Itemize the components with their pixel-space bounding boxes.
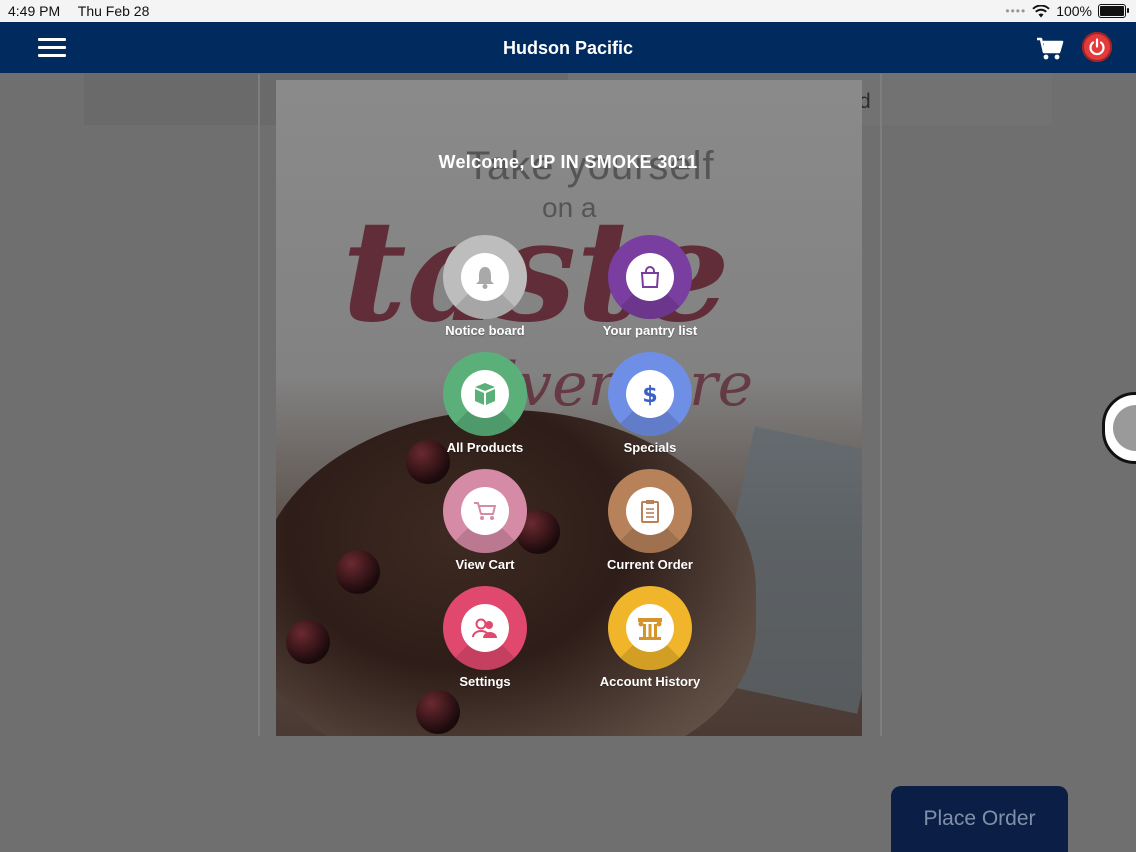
power-button[interactable] <box>1082 32 1112 62</box>
cart-icon <box>474 502 496 520</box>
multitask-dots-icon: •••• <box>1005 4 1027 18</box>
menu-circle <box>608 469 692 553</box>
welcome-message: Welcome, UP IN SMOKE 3011 <box>438 152 698 172</box>
dollar-icon: $ <box>642 383 657 407</box>
bell-icon <box>476 267 494 289</box>
menu-circle <box>443 352 527 436</box>
place-order-button[interactable]: Place Order <box>891 786 1068 852</box>
app-header: Hudson Pacific <box>0 22 1136 73</box>
app-title: Hudson Pacific <box>502 38 634 58</box>
menu-label: Account History <box>599 674 701 689</box>
poster-cherry <box>416 690 460 734</box>
battery-percent: 100% <box>1056 3 1092 19</box>
menu-item-all-products[interactable]: All Products <box>400 352 570 455</box>
menu-label: Your pantry list <box>602 323 698 338</box>
svg-text:$: $ <box>642 383 657 407</box>
menu-circle: $ <box>608 352 692 436</box>
menu-item-notice-board[interactable]: Notice board <box>400 235 570 338</box>
menu-label: Notice board <box>445 323 525 338</box>
menu-item-pantry-list[interactable]: Your pantry list <box>565 235 735 338</box>
poster-cherry <box>286 620 330 664</box>
menu-item-settings[interactable]: Settings <box>400 586 570 689</box>
menu-item-current-order[interactable]: Current Order <box>565 469 735 572</box>
status-date: Thu Feb 28 <box>77 3 150 19</box>
column-icon <box>638 618 662 640</box>
menu-circle <box>608 235 692 319</box>
menu-label: Current Order <box>607 557 693 572</box>
wifi-icon <box>1032 4 1050 17</box>
status-time: 4:49 PM <box>8 3 61 19</box>
poster-cherry <box>336 550 380 594</box>
clipboard-icon <box>641 500 659 523</box>
shopping-bag-icon <box>640 266 660 288</box>
menu-item-view-cart[interactable]: View Cart <box>400 469 570 572</box>
back-arrow-icon <box>1113 405 1136 451</box>
cart-icon[interactable] <box>1036 36 1064 62</box>
power-icon <box>1089 38 1105 56</box>
menu-circle <box>608 586 692 670</box>
menu-label: All Products <box>446 440 524 455</box>
users-icon <box>472 618 497 638</box>
menu-circle <box>443 235 527 319</box>
menu-label: View Cart <box>455 557 515 572</box>
menu-label: Settings <box>459 674 511 689</box>
boxes-icon <box>475 383 495 405</box>
status-bar: 4:49 PM Thu Feb 28 •••• 100% <box>0 0 1136 22</box>
menu-circle <box>443 586 527 670</box>
menu-item-account-history[interactable]: Account History <box>565 586 735 689</box>
menu-label: Specials <box>623 440 677 455</box>
menu-item-specials[interactable]: $ Specials <box>565 352 735 455</box>
menu-circle <box>443 469 527 553</box>
battery-icon <box>1098 4 1129 18</box>
